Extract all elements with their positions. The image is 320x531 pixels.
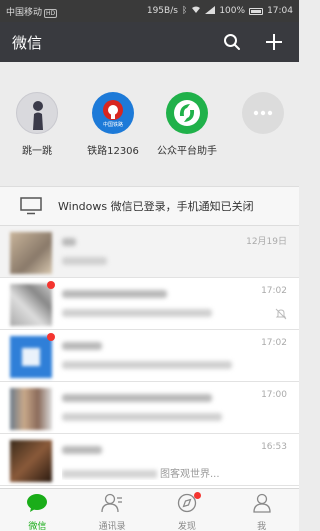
mini-program-shortcuts: 跳一跳 中国铁路 铁路12306 公众平台助手: [0, 62, 299, 180]
chat-item[interactable]: 17:00: [0, 382, 299, 434]
bottom-tab-bar: 微信 通讯录 发现 我: [0, 488, 299, 531]
search-button[interactable]: [219, 29, 245, 55]
unread-dot: [47, 333, 55, 341]
tab-contacts[interactable]: 通讯录: [75, 489, 150, 531]
desktop-login-notice[interactable]: Windows 微信已登录，手机通知已关闭: [0, 186, 299, 226]
chat-preview-blurred: [62, 309, 212, 317]
avatar: [10, 388, 52, 430]
shortcut-label: 跳一跳: [22, 146, 52, 157]
tab-label: 我: [257, 522, 267, 531]
chat-item[interactable]: 17:02: [0, 330, 299, 382]
app-header: 微信: [0, 22, 299, 62]
chat-time: 17:02: [261, 286, 287, 296]
chat-name-blurred: [62, 342, 102, 350]
chat-preview-blurred: [62, 257, 107, 265]
tab-me[interactable]: 我: [224, 489, 299, 531]
status-bar: 中国移动 HD 195B/s ᛒ 100% 17:04: [0, 0, 299, 22]
network-speed: 195B/s: [146, 6, 178, 16]
shortcut-mp-assistant[interactable]: 公众平台助手: [152, 92, 222, 157]
battery-level: 100%: [219, 6, 246, 16]
shortcut-jump-game[interactable]: 跳一跳: [2, 92, 72, 157]
signal-icon: [205, 5, 216, 17]
more-icon: [242, 92, 284, 134]
chat-name-blurred: [62, 238, 76, 246]
chat-preview: 图客观世界...: [62, 465, 262, 480]
discover-unread-dot: [193, 492, 201, 499]
chat-time: 16:53: [261, 442, 287, 452]
chat-item[interactable]: 12月19日: [0, 226, 299, 278]
shortcut-label: 公众平台助手: [157, 146, 217, 157]
tab-discover[interactable]: 发现: [150, 489, 225, 531]
person-icon: [252, 493, 271, 513]
chat-time: 17:00: [261, 390, 287, 400]
chat-time: 17:02: [261, 338, 287, 348]
notice-text: Windows 微信已登录，手机通知已关闭: [58, 200, 254, 213]
clock: 17:04: [267, 6, 293, 16]
monitor-icon: [20, 197, 42, 215]
page-title: 微信: [12, 33, 43, 52]
avatar: [10, 336, 52, 378]
avatar: [10, 284, 52, 326]
chat-name-blurred: [62, 446, 102, 454]
carrier-name: 中国移动 HD: [6, 7, 58, 18]
shortcut-more[interactable]: [228, 92, 298, 134]
contacts-icon: [101, 493, 123, 513]
avatar: [10, 232, 52, 274]
chat-name-blurred: [62, 394, 212, 402]
avatar: [10, 440, 52, 482]
tab-label: 发现: [177, 522, 196, 531]
wifi-icon: [191, 6, 201, 17]
chat-item[interactable]: 图客观世界... 16:53: [0, 434, 299, 486]
tab-label: 通讯录: [98, 522, 126, 531]
chat-preview-blurred: [62, 413, 222, 421]
bluetooth-icon: ᛒ: [181, 6, 188, 16]
chat-preview-blurred: [62, 361, 232, 369]
add-button[interactable]: [261, 29, 287, 55]
chat-icon: [27, 494, 48, 512]
mp-assistant-icon: [166, 92, 208, 134]
unread-dot: [47, 281, 55, 289]
plus-icon: [266, 34, 282, 50]
tab-chats[interactable]: 微信: [0, 489, 75, 531]
hd-badge: HD: [44, 8, 58, 18]
railway-icon: 中国铁路: [92, 92, 134, 134]
chat-list: 12月19日 17:02 17:02 17:00 图客观世界... 16:53: [0, 226, 299, 488]
shortcut-label: 铁路12306: [87, 146, 139, 157]
chat-name-blurred: [62, 290, 167, 298]
jump-game-icon: [16, 92, 58, 134]
tab-label: 微信: [28, 522, 47, 531]
chat-time: 12月19日: [246, 237, 287, 247]
mute-bell-icon: [275, 308, 287, 320]
chat-item[interactable]: 17:02: [0, 278, 299, 330]
railway-badge-text: 中国铁路: [102, 122, 123, 128]
shortcut-railway[interactable]: 中国铁路 铁路12306: [78, 92, 148, 157]
battery-icon: [249, 7, 264, 15]
search-icon: [224, 34, 240, 50]
